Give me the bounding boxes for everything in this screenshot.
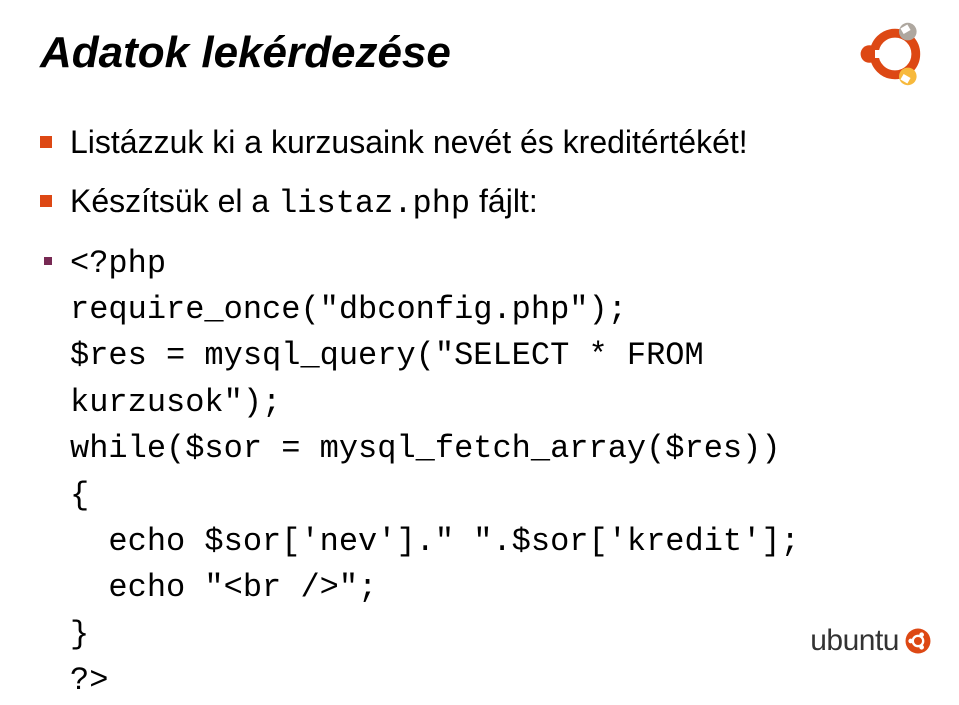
bullet-prefix: Készítsük el a xyxy=(70,183,278,219)
ubuntu-footer-logo: ubuntu xyxy=(810,624,931,658)
ubuntu-logo-icon xyxy=(855,14,935,94)
slide-title: Adatok lekérdezése xyxy=(40,28,919,78)
bullet-item-code: <?php require_once("dbconfig.php"); $res… xyxy=(40,241,919,705)
bullet-suffix: fájlt: xyxy=(470,183,538,219)
bullet-marker-icon xyxy=(40,136,52,148)
inline-code: listaz.php xyxy=(278,185,470,222)
code-block: <?php require_once("dbconfig.php"); $res… xyxy=(70,241,919,705)
slide-container: Adatok lekérdezése Listázzuk ki a kurzus… xyxy=(0,0,959,676)
ubuntu-brand-text: ubuntu xyxy=(810,624,899,658)
bullet-item-2: Készítsük el a listaz.php fájlt: xyxy=(40,179,919,227)
code-wrapper: <?php require_once("dbconfig.php"); $res… xyxy=(70,241,919,705)
bullet-item-1: Listázzuk ki a kurzusaink nevét és kredi… xyxy=(40,120,919,165)
bullet-text: Listázzuk ki a kurzusaink nevét és kredi… xyxy=(70,120,919,165)
ubuntu-small-icon xyxy=(905,628,931,654)
bullet-text: Készítsük el a listaz.php fájlt: xyxy=(70,179,919,227)
bullet-marker-icon xyxy=(40,195,52,207)
bullet-marker-small-icon xyxy=(44,257,52,265)
